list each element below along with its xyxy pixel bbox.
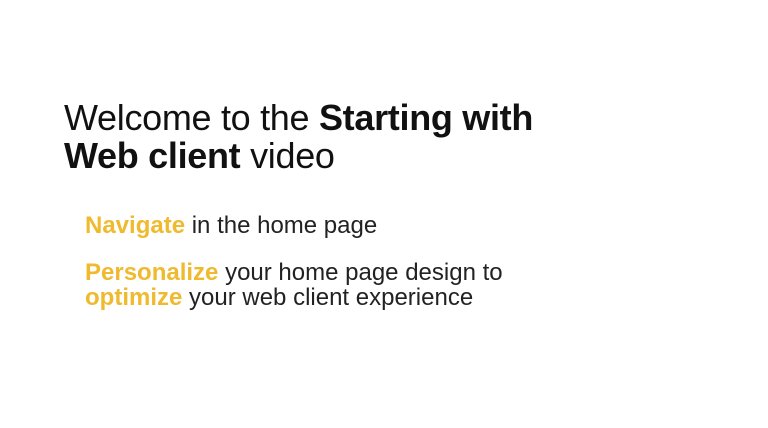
bullet-text-optimize: your web client experience — [182, 284, 474, 311]
title-bold-line1: Starting with — [318, 97, 534, 138]
bullet-personalize: Personalize your home page design to opti… — [85, 260, 503, 310]
bullet-accent-navigate: Navigate — [85, 212, 186, 239]
bullet-accent-optimize: optimize — [85, 284, 183, 311]
bullet-text-navigate: in the home page — [185, 212, 378, 239]
title-suffix: video — [240, 135, 335, 176]
title-bold-line2: Web client — [64, 135, 241, 176]
title-prefix: Welcome to the — [64, 97, 319, 138]
bullet-list: Navigate in the home page Personalize yo… — [85, 213, 503, 310]
bullet-accent-personalize: Personalize — [85, 259, 219, 286]
bullet-navigate: Navigate in the home page — [85, 213, 503, 238]
bullet-text-personalize: your home page design to — [218, 259, 503, 286]
slide-title: Welcome to the Starting with Web client v… — [64, 99, 533, 175]
slide: Welcome to the Starting with Web client v… — [0, 0, 768, 428]
